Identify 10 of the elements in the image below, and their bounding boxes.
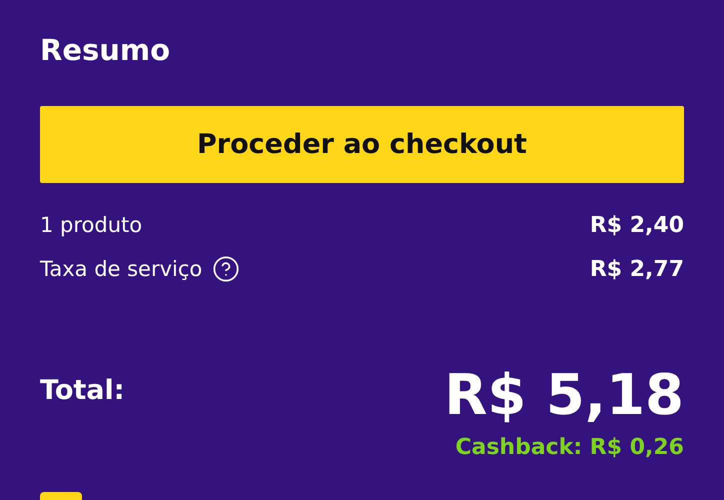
help-icon[interactable] [212, 255, 240, 283]
line-value: R$ 2,77 [590, 256, 684, 282]
total-value: R$ 5,18 [444, 362, 684, 430]
line-label: 1 produto [40, 213, 142, 237]
total-label: Total: [40, 375, 125, 406]
line-value: R$ 2,40 [590, 212, 684, 238]
summary-title: Resumo [40, 32, 172, 69]
line-label: Taxa de serviço [40, 257, 202, 281]
checkout-button[interactable]: Proceder ao checkout [40, 106, 684, 183]
cashback-text: Cashback: R$ 0,26 [455, 435, 684, 460]
